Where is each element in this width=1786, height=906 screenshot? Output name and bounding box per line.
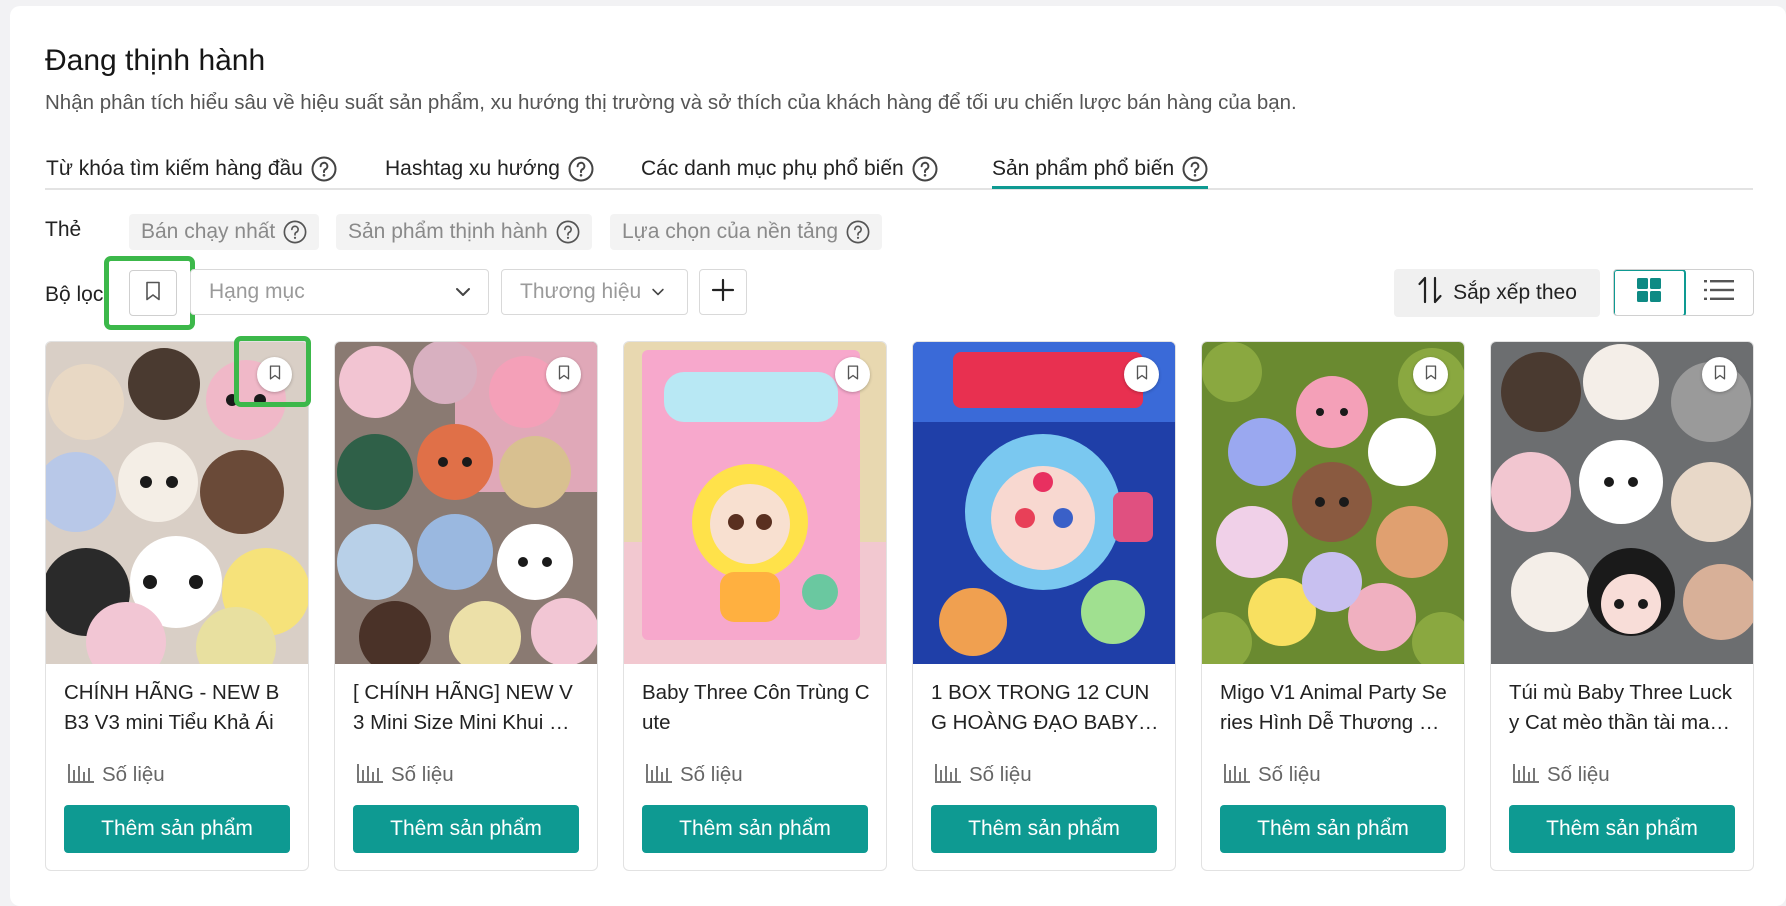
tab-label: Hashtag xu hướng — [385, 157, 560, 180]
question-icon[interactable] — [556, 220, 580, 244]
product-card[interactable]: CHÍNH HÃNG - NEW BB3 V3 mini Tiểu Khả Ái… — [45, 341, 309, 871]
plus-icon — [710, 277, 736, 308]
bar-chart-icon — [357, 760, 383, 790]
bookmark-icon — [1714, 364, 1726, 385]
highlight-frame — [104, 256, 195, 330]
question-icon[interactable] — [283, 220, 307, 244]
metrics-link[interactable]: Số liệu — [646, 760, 743, 790]
product-card[interactable]: [ CHÍNH HÃNG] NEW V3 Mini Size Mini Khui… — [334, 341, 598, 871]
metrics-link[interactable]: Số liệu — [68, 760, 165, 790]
add-product-button[interactable]: Thêm sản phẩm — [931, 805, 1157, 853]
tab-popular-subcategories[interactable]: Các danh mục phụ phổ biến — [641, 152, 938, 186]
bookmark-button[interactable] — [835, 357, 870, 392]
add-product-button[interactable]: Thêm sản phẩm — [353, 805, 579, 853]
product-name: CHÍNH HÃNG - NEW BB3 V3 mini Tiểu Khả Ái — [64, 681, 280, 734]
view-mode-toggle — [1613, 269, 1754, 316]
metrics-label: Số liệu — [1258, 763, 1321, 786]
category-select[interactable]: Hạng mục — [190, 269, 489, 315]
product-card[interactable]: 1 BOX TRONG 12 CUNG HOÀNG ĐẠO BABY THREE… — [912, 341, 1176, 871]
add-filter-button[interactable] — [699, 269, 747, 315]
chevron-down-icon — [649, 281, 667, 309]
product-card[interactable]: Migo V1 Animal Party Series Hình Dễ Thươ… — [1201, 341, 1465, 871]
add-product-button[interactable]: Thêm sản phẩm — [1509, 805, 1735, 853]
brand-placeholder: Thương hiệu — [520, 280, 642, 303]
filters-label: Bộ lọc — [45, 283, 104, 306]
tab-label: Các danh mục phụ phổ biến — [641, 157, 904, 180]
tag-platform-picks[interactable]: Lựa chọn của nền tảng — [610, 214, 883, 250]
metrics-link[interactable]: Số liệu — [357, 760, 454, 790]
sort-by-button[interactable]: Sắp xếp theo — [1394, 269, 1600, 317]
question-icon[interactable] — [311, 156, 337, 182]
product-name: Baby Three Côn Trùng Cute — [642, 681, 870, 734]
question-icon[interactable] — [1182, 156, 1208, 182]
metrics-label: Số liệu — [1547, 763, 1610, 786]
category-placeholder: Hạng mục — [209, 280, 305, 303]
tag-label: Bán chạy nhất — [141, 220, 276, 243]
tags-label: Thẻ — [45, 218, 82, 241]
list-view-button[interactable] — [1684, 270, 1753, 315]
bookmark-icon — [847, 364, 859, 385]
bookmark-icon — [558, 364, 570, 385]
question-icon[interactable] — [912, 156, 938, 182]
question-icon[interactable] — [846, 220, 870, 244]
bar-chart-icon — [646, 760, 672, 790]
metrics-label: Số liệu — [680, 763, 743, 786]
bookmark-icon — [1136, 364, 1148, 385]
add-product-button[interactable]: Thêm sản phẩm — [1220, 805, 1446, 853]
tag-trending-products[interactable]: Sản phẩm thịnh hành — [336, 214, 592, 250]
product-name: [ CHÍNH HÃNG] NEW V3 Mini Size Mini Khui… — [353, 681, 576, 734]
bar-chart-icon — [1513, 760, 1539, 790]
metrics-label: Số liệu — [391, 763, 454, 786]
product-name: 1 BOX TRONG 12 CUNG HOÀNG ĐẠO BABY THREE — [931, 681, 1156, 734]
tag-label: Lựa chọn của nền tảng — [622, 220, 839, 243]
tag-best-selling[interactable]: Bán chạy nhất — [129, 214, 320, 250]
sort-icon — [1417, 275, 1443, 311]
bookmark-button[interactable] — [1413, 357, 1448, 392]
metrics-link[interactable]: Số liệu — [1513, 760, 1610, 790]
bar-chart-icon — [1224, 760, 1250, 790]
tag-label: Sản phẩm thịnh hành — [348, 220, 548, 243]
grid-view-button[interactable] — [1614, 270, 1686, 315]
add-product-button[interactable]: Thêm sản phẩm — [642, 805, 868, 853]
bar-chart-icon — [935, 760, 961, 790]
metrics-link[interactable]: Số liệu — [935, 760, 1032, 790]
bookmark-button[interactable] — [1124, 357, 1159, 392]
tab-label: Sản phẩm phổ biến — [992, 157, 1175, 180]
bar-chart-icon — [68, 760, 94, 790]
highlight-frame — [234, 336, 311, 407]
product-name: Migo V1 Animal Party Series Hình Dễ Thươ… — [1220, 681, 1447, 734]
product-card[interactable]: Túi mù Baby Three Lucky Cat mèo thần tài… — [1490, 341, 1754, 871]
metrics-link[interactable]: Số liệu — [1224, 760, 1321, 790]
add-product-button[interactable]: Thêm sản phẩm — [64, 805, 290, 853]
bookmark-button[interactable] — [1702, 357, 1737, 392]
bookmark-icon — [1425, 364, 1437, 385]
list-icon — [1703, 278, 1734, 307]
question-icon[interactable] — [568, 156, 594, 182]
product-card[interactable]: Baby Three Côn Trùng Cute Số liệu Thêm s… — [623, 341, 887, 871]
tab-trending-hashtags[interactable]: Hashtag xu hướng — [385, 152, 594, 186]
sort-label: Sắp xếp theo — [1453, 281, 1577, 304]
page-subtitle: Nhận phân tích hiểu sâu về hiệu suất sản… — [45, 91, 1297, 114]
page-title: Đang thịnh hành — [45, 44, 266, 77]
grid-icon — [1636, 277, 1662, 308]
tab-bar: Từ khóa tìm kiếm hàng đầu Hashtag xu hướ… — [45, 148, 1753, 190]
product-name: Túi mù Baby Three Lucky Cat mèo thần tài… — [1509, 681, 1732, 734]
tab-top-search-keywords[interactable]: Từ khóa tìm kiếm hàng đầu — [46, 152, 337, 186]
bookmark-button[interactable] — [546, 357, 581, 392]
metrics-label: Số liệu — [102, 763, 165, 786]
metrics-label: Số liệu — [969, 763, 1032, 786]
brand-select[interactable]: Thương hiệu — [501, 269, 688, 315]
tab-popular-products[interactable]: Sản phẩm phổ biến — [992, 152, 1209, 189]
tab-label: Từ khóa tìm kiếm hàng đầu — [46, 157, 303, 180]
chevron-down-icon — [452, 281, 474, 309]
